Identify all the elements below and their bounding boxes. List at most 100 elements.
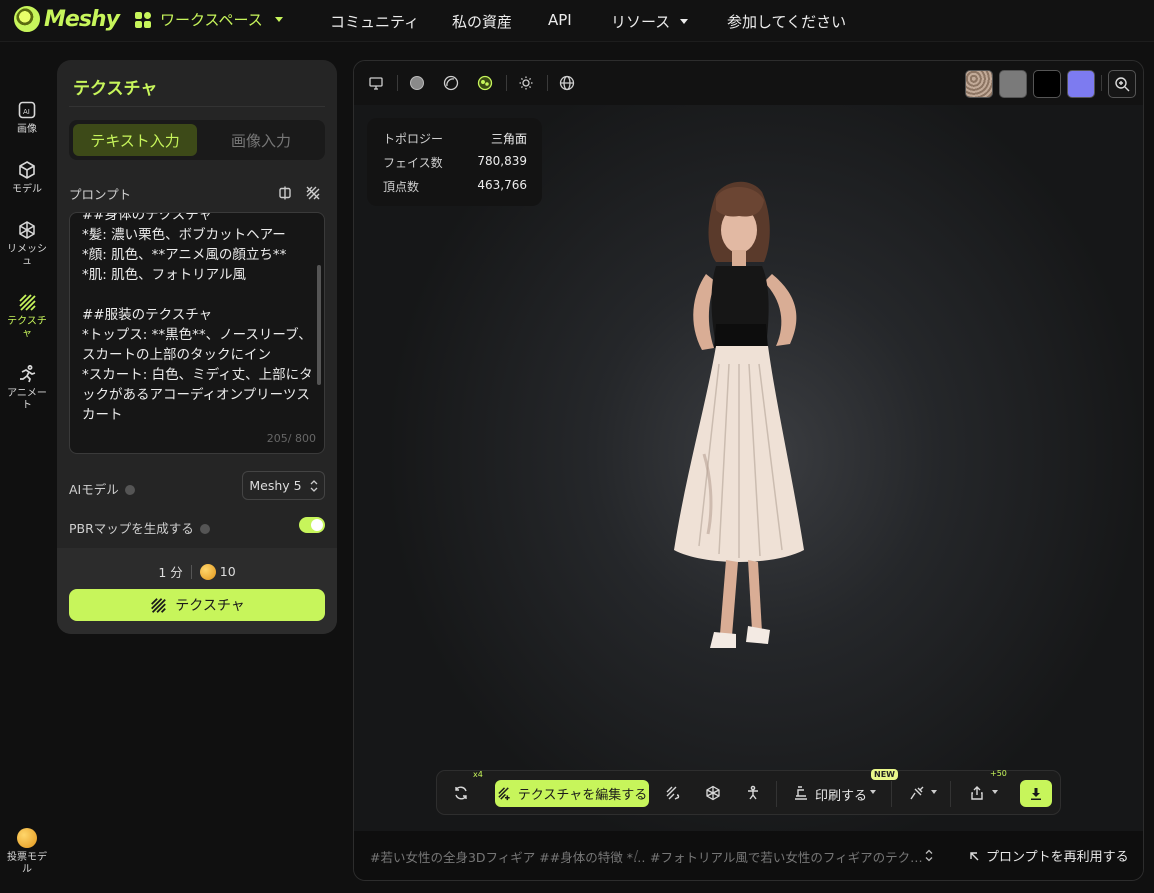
clear-prompt-icon[interactable] [305,185,321,201]
rig-figure-icon[interactable] [745,785,761,801]
stat-topology: トポロジー 三角面 [383,132,527,146]
nav-community[interactable]: コミュニティ [330,11,419,32]
solid-sphere-icon[interactable] [409,75,425,91]
wireframe-sphere-icon[interactable] [443,75,459,91]
mesh-stats: トポロジー 三角面 フェイス数 780,839 頂点数 463,766 [367,118,542,206]
nav-join[interactable]: 参加してください [727,11,846,32]
normal-map-swatch[interactable] [1067,70,1095,98]
rail-label: テクスチャ [7,316,47,339]
chevron-down-icon[interactable] [992,790,998,794]
rail-label: 投票モデル [7,852,47,875]
updown-chevron-icon[interactable] [925,849,933,862]
image-ai-icon: AI [18,101,36,119]
edit-texture-label: テクスチャを編集する [517,788,648,803]
tab-text-input[interactable]: テキスト入力 [73,124,197,156]
pbr-toggle[interactable] [299,517,325,533]
globe-icon[interactable] [559,75,575,91]
chevron-down-icon[interactable] [931,790,937,794]
remesh-icon[interactable] [705,785,721,801]
ai-model-select[interactable]: Meshy 5 [242,471,325,500]
divider [547,75,548,91]
info-icon[interactable] [199,524,210,534]
stat-faces: フェイス数 780,839 [383,154,527,170]
nav-my-assets[interactable]: 私の資産 [452,11,512,32]
edit-texture-button[interactable]: テクスチャを編集する [495,780,649,807]
texture-sparkle-icon [498,787,510,801]
history-item[interactable]: #フォトリアル風で若い女性のフィギアのテク… [650,847,923,866]
regenerate-icon[interactable] [453,785,469,801]
texture-style-icon[interactable] [665,785,681,801]
viewer-toolbar [354,61,1143,105]
pbr-label: PBRマップを生成する [69,518,210,537]
zoom-map-button[interactable] [1108,70,1136,98]
lighting-icon[interactable] [518,75,534,91]
share-reward-badge: +50 [990,769,1007,778]
divider [891,781,892,807]
rail-item-vote[interactable]: 投票モデル [0,828,54,875]
reuse-prompt-button[interactable]: プロンプトを再利用する [968,846,1129,865]
top-nav: Meshy ワークスペース コミュニティ 私の資産 API リソース 参加してく… [0,0,1154,42]
texture-submit-button[interactable]: テクスチャ [69,589,325,621]
rail-item-model[interactable]: モデル [0,160,54,196]
prompt-textarea[interactable]: ##身体のテクスチャ *髪: 濃い栗色、ボブカットヘアー *顔: 肌色、**アニ… [69,212,325,454]
textured-sphere-icon[interactable] [477,75,493,91]
divider [190,564,192,579]
generation-cost: 1 分 10 [57,562,337,581]
plugin-icon[interactable] [909,785,925,801]
ai-model-value: Meshy 5 [249,478,302,493]
divider [506,75,507,91]
share-icon[interactable] [969,785,985,801]
model-viewer[interactable]: トポロジー 三角面 フェイス数 780,839 頂点数 463,766 x4 テ… [353,60,1144,881]
cube-icon [19,161,35,179]
prompt-text: ##身体のテクスチャ *髪: 濃い栗色、ボブカットヘアー *顔: 肌色、**アニ… [82,212,313,423]
prompt-scrollbar[interactable] [317,265,321,385]
rail-label: アニメート [7,388,47,411]
running-figure-icon [20,365,36,383]
nav-api[interactable]: API [548,11,572,29]
roughness-map-swatch[interactable] [999,70,1027,98]
meshy-logo[interactable]: Meshy [14,6,120,32]
logo-text: Meshy [44,6,120,32]
history-item[interactable]: #若い女性の全身3Dフィギア ##身体の特徴 *… [370,847,645,866]
divider [397,75,398,91]
texture-icon [151,598,167,613]
texture-icon [19,294,36,311]
prompt-label: プロンプト [69,187,132,202]
rail-item-remesh[interactable]: リメッシュ [0,220,54,267]
monitor-icon[interactable] [368,75,384,91]
base-color-map-swatch[interactable] [965,70,993,98]
texture-submit-label: テクスチャ [175,598,245,614]
split-view-icon[interactable] [277,185,293,201]
rail-item-texture[interactable]: テクスチャ [0,292,54,339]
metallic-map-swatch[interactable] [1033,70,1061,98]
credit-coin-icon [199,563,216,580]
meshy-logo-icon [14,6,40,32]
rail-label: 画像 [17,124,37,135]
rail-item-animate[interactable]: アニメート [0,364,54,411]
download-icon [1031,787,1041,800]
printer-3d-icon[interactable] [793,785,809,801]
download-button[interactable] [1020,780,1052,807]
stat-vertices: 頂点数 463,766 [383,178,527,194]
texture-panel: テクスチャ テキスト入力 画像入力 プロンプト ##身体のテクスチャ *髪: 濃… [57,60,337,634]
arrow-up-left-icon [970,851,979,860]
remesh-icon [19,221,35,239]
tab-image-input[interactable]: 画像入力 [201,124,321,156]
rail-item-image[interactable]: AI 画像 [0,100,54,136]
nav-resources[interactable]: リソース [611,11,689,32]
history-separator: / [634,847,639,862]
workspace-icon [135,11,151,28]
divider [1101,75,1102,91]
info-icon[interactable] [124,485,135,495]
svg-text:AI: AI [23,108,30,116]
time-estimate: 1 分 [158,565,183,580]
print-label[interactable]: 印刷する [815,785,867,804]
regenerate-count-badge: x4 [473,770,483,779]
chevron-down-icon [680,19,689,24]
divider [69,106,325,107]
3d-figure-preview [674,181,804,648]
rail-label: モデル [12,184,42,195]
nav-workspace[interactable]: ワークスペース [134,9,283,30]
chevron-down-icon[interactable] [870,790,876,794]
chevron-down-icon [274,17,283,22]
